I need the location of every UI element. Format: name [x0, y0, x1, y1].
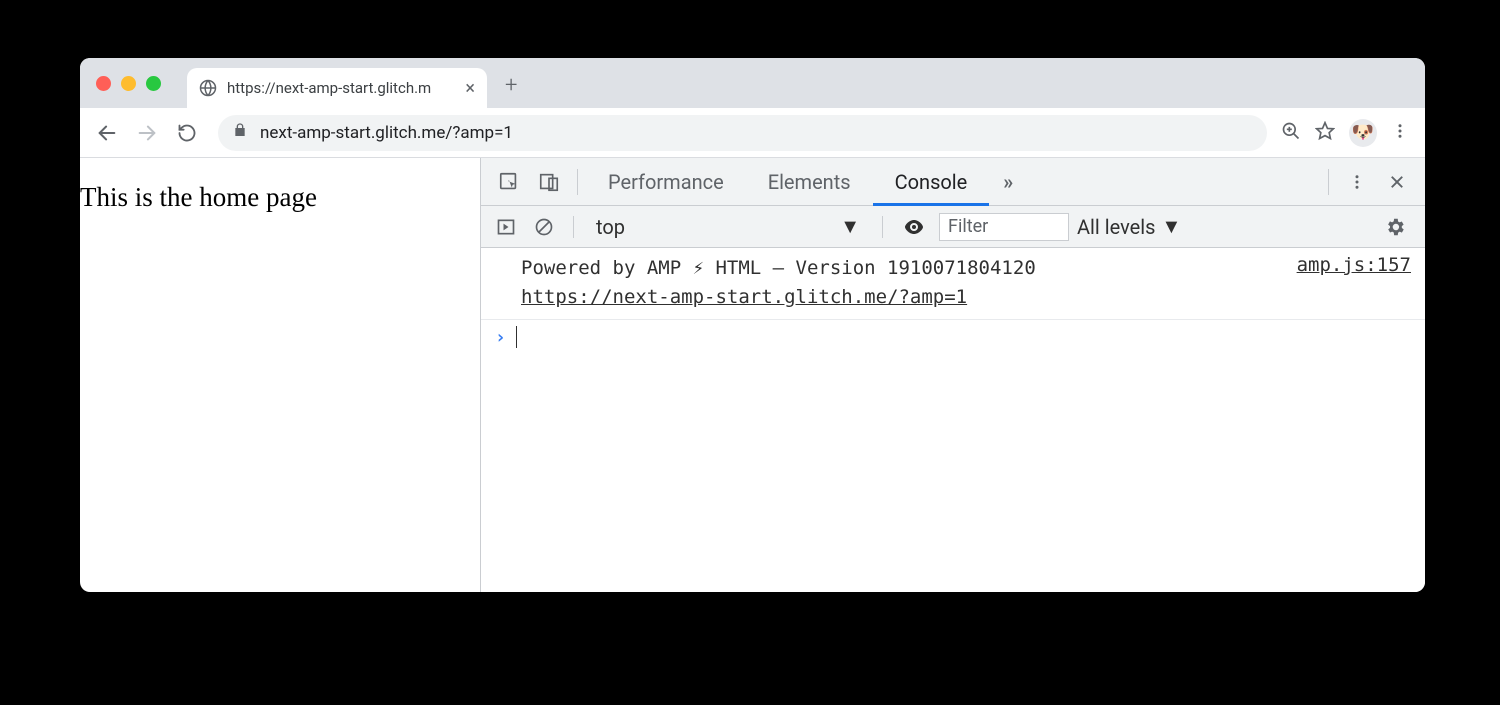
forward-button[interactable]: [130, 116, 164, 150]
console-output: Powered by AMP ⚡ HTML – Version 19100718…: [481, 248, 1425, 592]
log-levels-select[interactable]: All levels ▼: [1077, 214, 1181, 239]
filter-placeholder: Filter: [948, 216, 988, 237]
devtools-tabs-overflow[interactable]: »: [989, 158, 1027, 206]
page-body-text: This is the home page: [80, 182, 317, 212]
reload-button[interactable]: [170, 116, 204, 150]
tab-elements[interactable]: Elements: [746, 158, 873, 206]
window-minimize-button[interactable]: [121, 76, 136, 91]
address-bar[interactable]: next-amp-start.glitch.me/?amp=1: [218, 115, 1267, 151]
log-message: Powered by AMP ⚡ HTML – Version 19100718…: [521, 254, 1277, 311]
separator: [577, 169, 578, 195]
lock-icon: [232, 122, 248, 143]
tab-performance[interactable]: Performance: [586, 158, 746, 206]
context-label: top: [596, 215, 625, 239]
window-controls: [96, 76, 161, 91]
log-url-link[interactable]: https://next-amp-start.glitch.me/?amp=1: [521, 286, 967, 308]
url-text: next-amp-start.glitch.me/?amp=1: [260, 123, 1253, 143]
console-log-entry[interactable]: Powered by AMP ⚡ HTML – Version 19100718…: [481, 248, 1425, 320]
log-text-line1: Powered by AMP ⚡ HTML – Version 19100718…: [521, 257, 1036, 279]
inspect-element-icon[interactable]: [489, 162, 529, 202]
log-source-link[interactable]: amp.js:157: [1297, 254, 1411, 311]
window-maximize-button[interactable]: [146, 76, 161, 91]
bookmark-star-icon[interactable]: [1315, 121, 1335, 145]
globe-icon: [199, 79, 217, 97]
new-tab-button[interactable]: +: [505, 73, 517, 98]
separator: [1328, 169, 1329, 195]
chevron-down-icon: ▼: [840, 214, 860, 239]
console-sidebar-toggle-icon[interactable]: [491, 207, 521, 247]
text-cursor: [516, 326, 517, 348]
console-settings-icon[interactable]: [1375, 207, 1415, 247]
browser-toolbar: next-amp-start.glitch.me/?amp=1 🐶: [80, 108, 1425, 158]
tab-close-button[interactable]: ×: [465, 78, 475, 99]
devtools-panel: Performance Elements Console »: [480, 158, 1425, 592]
browser-menu-button[interactable]: [1391, 122, 1409, 144]
toolbar-actions: 🐶: [1281, 119, 1415, 147]
back-button[interactable]: [90, 116, 124, 150]
devtools-close-button[interactable]: [1377, 162, 1417, 202]
zoom-icon[interactable]: [1281, 121, 1301, 145]
levels-label: All levels: [1077, 215, 1155, 239]
tab-title: https://next-amp-start.glitch.m: [227, 79, 455, 97]
console-input-row[interactable]: ›: [481, 320, 1425, 354]
browser-window: https://next-amp-start.glitch.m × + next…: [80, 58, 1425, 592]
execution-context-select[interactable]: top ▼: [588, 214, 868, 239]
chevron-down-icon: ▼: [1161, 214, 1181, 239]
console-toolbar: top ▼ Filter All levels ▼: [481, 206, 1425, 248]
devtools-tab-bar: Performance Elements Console »: [481, 158, 1425, 206]
browser-tab[interactable]: https://next-amp-start.glitch.m ×: [187, 68, 487, 108]
tab-console[interactable]: Console: [873, 158, 990, 206]
separator: [573, 216, 574, 238]
profile-avatar[interactable]: 🐶: [1349, 119, 1377, 147]
live-expression-icon[interactable]: [897, 207, 931, 247]
page-viewport: This is the home page: [80, 158, 480, 592]
prompt-caret-icon: ›: [495, 327, 506, 348]
device-toolbar-icon[interactable]: [529, 162, 569, 202]
window-close-button[interactable]: [96, 76, 111, 91]
console-filter-input[interactable]: Filter: [939, 213, 1069, 241]
clear-console-icon[interactable]: [529, 207, 559, 247]
devtools-menu-button[interactable]: [1337, 162, 1377, 202]
separator: [882, 216, 883, 238]
content-area: This is the home page Performance Elemen…: [80, 158, 1425, 592]
tab-strip: https://next-amp-start.glitch.m × +: [80, 58, 1425, 108]
